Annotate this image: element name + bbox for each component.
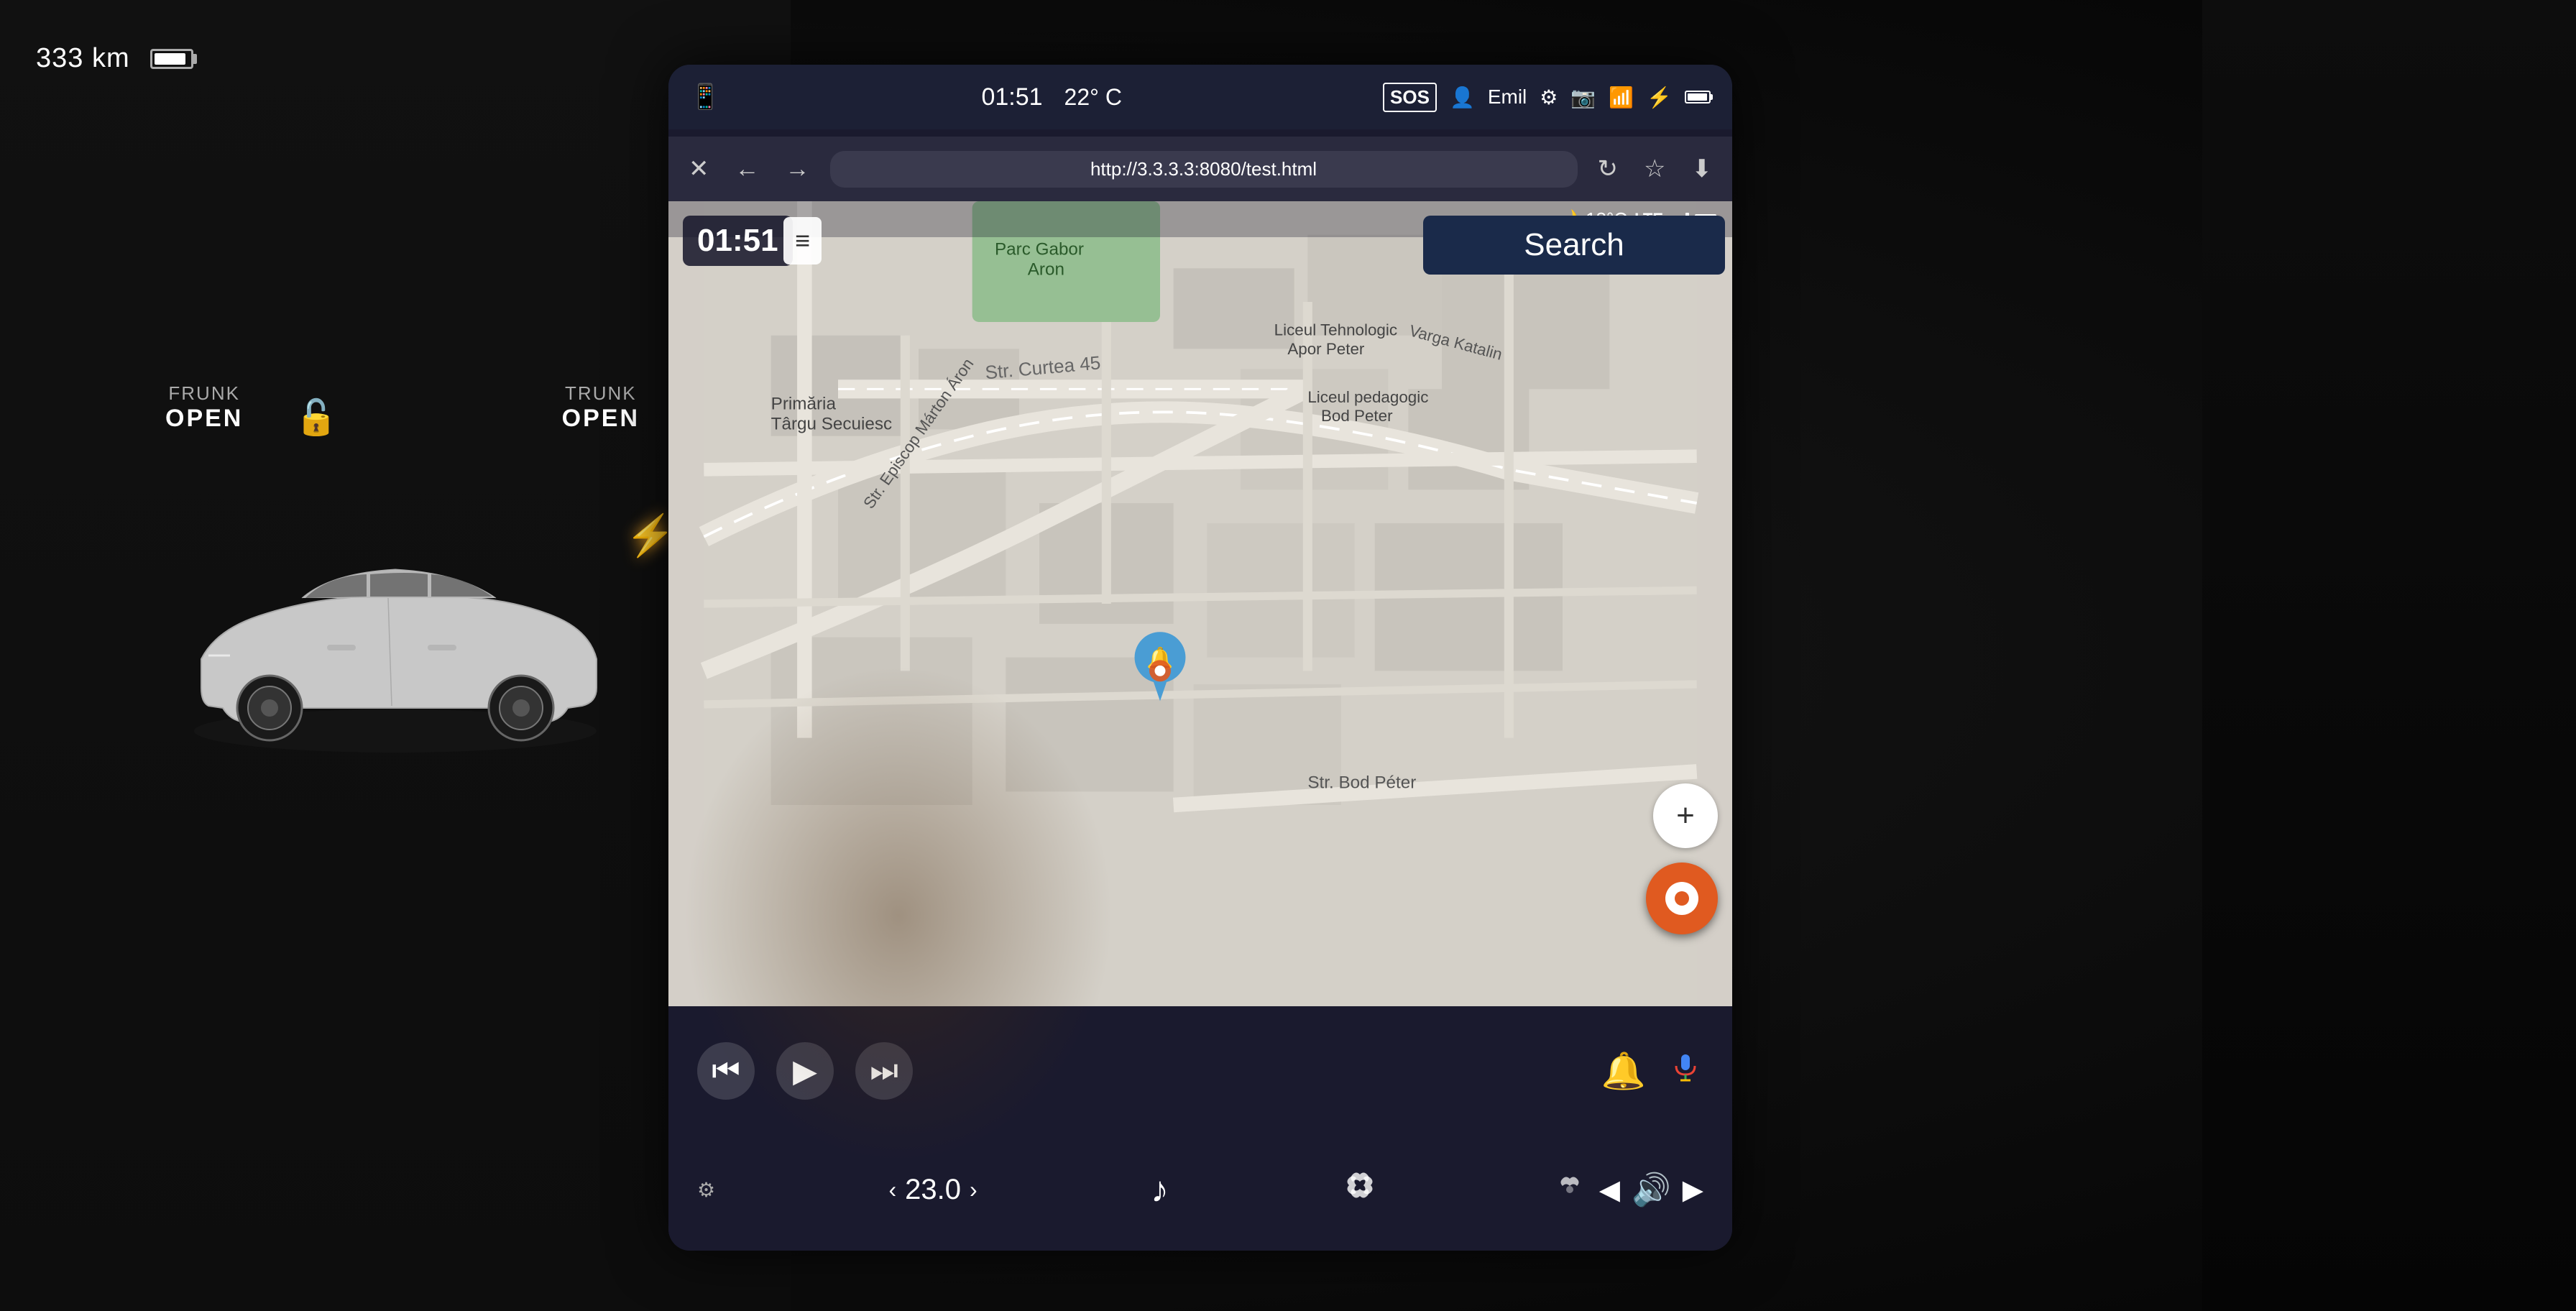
svg-text:Liceul Tehnologic: Liceul Tehnologic (1274, 321, 1397, 339)
scroll-indicator: ⚙ (697, 1178, 715, 1202)
temp-down-button[interactable]: ‹ (888, 1177, 896, 1203)
temp-value: 23.0 (905, 1174, 961, 1206)
status-temp: 22° C (1064, 84, 1122, 111)
map-svg: Parc Gabor Aron (668, 201, 1732, 1006)
tablet-overlay[interactable]: 📱 01:51 22° C SOS 👤 Emil ⚙ 📷 📶 ⚡ ✕ ← (668, 65, 1732, 1251)
map-zoom-button[interactable]: + (1653, 783, 1718, 848)
battery-icon (150, 49, 193, 69)
volume-icon: 🔊 (1632, 1171, 1671, 1208)
back-button[interactable]: ← (730, 150, 765, 189)
svg-text:Str. Bod Péter: Str. Bod Péter (1307, 773, 1416, 793)
settings-icon[interactable]: ⚙ (1540, 86, 1558, 109)
tablet-icon: 📱 (690, 83, 720, 111)
sos-badge: SOS (1383, 83, 1437, 112)
bookmark-button[interactable]: ☆ (1638, 149, 1671, 189)
vol-down-button[interactable]: ◀ (1599, 1174, 1620, 1206)
user-icon: 👤 (1450, 86, 1475, 109)
browser-bar: ✕ ← → http://3.3.3.3:8080/test.html ↻ ☆ … (668, 137, 1732, 201)
temp-up-button[interactable]: › (970, 1177, 978, 1203)
lock-icon: 🔓 (295, 397, 338, 438)
car-image (144, 512, 647, 799)
wifi-icon: 📶 (1609, 86, 1634, 109)
mobile-battery (1685, 91, 1711, 104)
bottom-controls: ⏮ ▶ ⏭ 🔔 (668, 1006, 1732, 1251)
download-button[interactable]: ⬇ (1686, 149, 1719, 189)
microphone-button[interactable] (1668, 1049, 1703, 1093)
statusbar-right: SOS 👤 Emil ⚙ 📷 📶 ⚡ (1383, 83, 1711, 112)
close-button[interactable]: ✕ (683, 149, 715, 189)
svg-text:Aron: Aron (1028, 260, 1064, 280)
map-menu-button[interactable]: ≡ (783, 217, 822, 264)
statusbar-left: 📱 (690, 83, 720, 111)
prev-button[interactable]: ⏮ (697, 1042, 755, 1100)
battery-range: 333 km (36, 43, 130, 74)
map-search-bar[interactable]: Search (1423, 216, 1725, 275)
svg-text:Primăria: Primăria (771, 394, 837, 413)
media-buttons: ⏮ ▶ ⏭ (697, 1042, 913, 1100)
music-note-icon: ♪ (1151, 1169, 1169, 1210)
bluetooth-icon: ⚡ (1647, 86, 1672, 109)
fan-button[interactable] (1342, 1167, 1378, 1212)
mobile-statusbar: 📱 01:51 22° C SOS 👤 Emil ⚙ 📷 📶 ⚡ (668, 65, 1732, 129)
svg-text:Liceul pedagogic: Liceul pedagogic (1307, 388, 1428, 406)
map-area[interactable]: Parc Gabor Aron (668, 201, 1732, 1006)
temp-control: ‹ 23.0 › (888, 1174, 977, 1206)
svg-text:Bod Peter: Bod Peter (1321, 407, 1393, 425)
right-controls: 🔔 (1601, 1049, 1703, 1093)
user-name: Emil (1488, 86, 1527, 109)
map-location-button[interactable] (1646, 862, 1718, 934)
media-controls-row: ⏮ ▶ ⏭ 🔔 (668, 1006, 1732, 1136)
notification-button[interactable]: 🔔 (1601, 1050, 1646, 1092)
reload-button[interactable]: ↻ (1592, 149, 1624, 189)
volume-control: ◀ 🔊 ▶ (1552, 1171, 1703, 1208)
vol-up-button[interactable]: ▶ (1683, 1174, 1703, 1206)
svg-text:Apor Peter: Apor Peter (1287, 340, 1365, 358)
scroll-left[interactable]: ⚙ (697, 1178, 715, 1202)
svg-text:Târgu Secuiesc: Târgu Secuiesc (771, 414, 892, 433)
car-container: FRUNK OPEN 🔓 TRUNK OPEN (108, 440, 683, 871)
svg-text:Parc Gabor: Parc Gabor (995, 240, 1084, 259)
fan-icon2 (1552, 1172, 1588, 1208)
right-panel (2202, 0, 2576, 1311)
frunk-status: FRUNK OPEN (165, 382, 243, 433)
map-time: 01:51 (683, 216, 793, 266)
trunk-status: TRUNK OPEN (562, 382, 640, 433)
forward-button[interactable]: → (780, 150, 816, 189)
statusbar-center: 01:51 22° C (981, 83, 1121, 111)
bottom-row: ⚙ ‹ 23.0 › ♪ (668, 1136, 1732, 1251)
play-button[interactable]: ▶ (776, 1042, 834, 1100)
tesla-status-bar: 333 km (36, 43, 193, 74)
screenshot-icon[interactable]: 📷 (1570, 86, 1596, 109)
status-time: 01:51 (981, 83, 1042, 111)
next-button[interactable]: ⏭ (855, 1042, 913, 1100)
url-bar[interactable]: http://3.3.3.3:8080/test.html (830, 151, 1578, 188)
